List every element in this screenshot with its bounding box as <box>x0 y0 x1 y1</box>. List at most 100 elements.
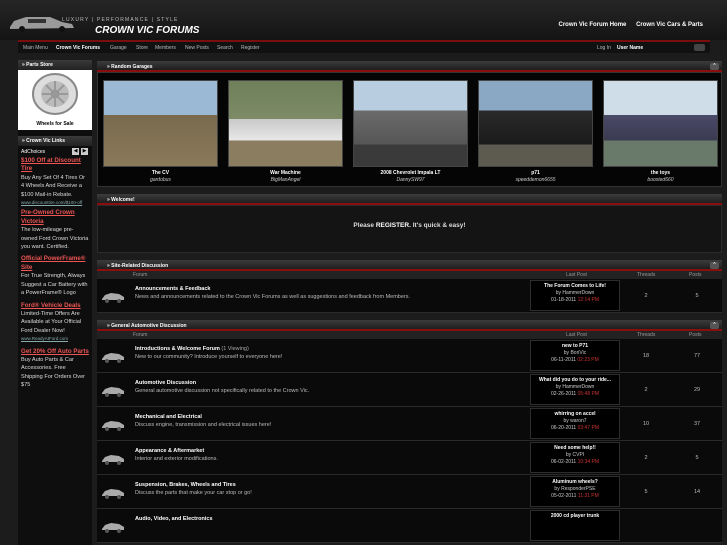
last-post[interactable]: The Forum Comes to Life! by HammerDown 0… <box>530 280 620 311</box>
collapse-icon[interactable]: ⌃ <box>710 63 719 70</box>
last-post[interactable]: whirring on accel by waron7 06-20-2011 03:… <box>530 408 620 439</box>
forum-desc: Interior and exterior modifications. <box>135 456 218 462</box>
tagline: LUXURY | PERFORMANCE | STYLE <box>62 17 179 23</box>
forum-car-icon <box>102 489 124 499</box>
ad-item[interactable]: Pre-Owned Crown Victoria The low-mileage … <box>21 209 89 251</box>
garage-item[interactable]: 2008 Chevrolet Impala LT DannySW97 <box>353 80 468 183</box>
wheel-icon <box>32 73 78 115</box>
ad-item[interactable]: Ford® Vehicle Deals Limited-Time Offers A… <box>21 302 89 344</box>
post-count: 37 <box>693 421 701 427</box>
ad-next-icon[interactable]: ▶ <box>81 148 88 155</box>
forum-title[interactable]: Introductions & Welcome Forum (1 Viewing… <box>135 346 249 352</box>
login-button[interactable] <box>694 44 705 51</box>
header: LUXURY | PERFORMANCE | STYLE CROWN VIC F… <box>0 0 727 40</box>
collapse-icon[interactable]: ⌃ <box>710 322 719 329</box>
links-header: » Crown Vic Links <box>18 136 92 146</box>
garage-photo[interactable] <box>478 80 593 167</box>
login-label: Log In <box>597 45 611 51</box>
username-field[interactable]: User Name <box>617 45 643 51</box>
garage-photo[interactable] <box>103 80 218 167</box>
welcome-header: » Welcome! <box>97 194 722 205</box>
forum-car-icon <box>102 353 124 363</box>
nav-main-menu[interactable]: Main Menu <box>23 45 48 51</box>
forum-car-icon <box>102 421 124 431</box>
forum-title[interactable]: Mechanical and Electrical <box>135 414 202 420</box>
forum-car-icon <box>102 523 124 533</box>
garage-photo[interactable] <box>353 80 468 167</box>
garage-item[interactable]: War Machine BigManAngel <box>228 80 343 183</box>
ad-item[interactable]: Official PowerFrame® Site For True Streng… <box>21 255 89 297</box>
garage-photo[interactable] <box>228 80 343 167</box>
thread-count: 18 <box>642 353 650 359</box>
garages-header: » Random Garages ⌃ <box>97 61 722 72</box>
forum-row[interactable]: Audio, Video, and Electronics 2000 cd pl… <box>97 509 722 543</box>
post-count: 5 <box>695 455 699 461</box>
nav-new-posts[interactable]: New Posts <box>185 45 209 51</box>
nav-members[interactable]: Members <box>155 45 176 51</box>
forum-title[interactable]: Audio, Video, and Electronics <box>135 516 213 522</box>
garage-item[interactable]: p71 speeddemon6655 <box>478 80 593 183</box>
forum-title[interactable]: Appearance & Aftermarket <box>135 448 204 454</box>
forum-desc: General automotive discussion not specif… <box>135 388 310 394</box>
garage-item[interactable]: The CV gardobus <box>103 80 218 183</box>
forum-row[interactable]: Mechanical and Electrical Discuss engine… <box>97 407 722 441</box>
ad-prev-icon[interactable]: ◀ <box>72 148 79 155</box>
forum-car-icon <box>102 455 124 465</box>
site-logo[interactable]: CROWN VIC FORUMS <box>95 25 199 36</box>
garage-photo[interactable] <box>603 80 718 167</box>
top-links: Crown Vic Forum Home Crown Vic Cars & Pa… <box>551 22 704 28</box>
welcome-panel: Please REGISTER. It's quick & easy! <box>97 205 722 253</box>
ad-block: AdChoices ◀ ▶ $100 Off at Discount Tire B… <box>18 146 92 392</box>
forum-car-icon <box>102 293 124 303</box>
nav-register[interactable]: Register <box>241 45 260 51</box>
main-content: » Random Garages ⌃ The CV gardobus War Ma… <box>97 61 722 543</box>
column-headers: Forum Last Post Threads Posts <box>97 331 722 339</box>
sidebar: » Parts Store Wheels for Sale » Crown Vi… <box>18 60 92 545</box>
nav-garage[interactable]: Garage <box>110 45 127 51</box>
forum-title[interactable]: Announcements & Feedback <box>135 286 211 292</box>
forum-title[interactable]: Suspension, Brakes, Wheels and Tires <box>135 482 236 488</box>
nav-forums[interactable]: Crown Vic Forums <box>56 45 100 51</box>
thread-count: 2 <box>644 293 648 299</box>
post-count: 77 <box>693 353 701 359</box>
last-post[interactable]: Aluminum wheels? by ResponderPSE 05-02-201… <box>530 476 620 507</box>
forum-home-link[interactable]: Crown Vic Forum Home <box>559 22 627 28</box>
cars-parts-link[interactable]: Crown Vic Cars & Parts <box>636 22 703 28</box>
nav-search[interactable]: Search <box>217 45 233 51</box>
site-section-header: » Site-Related Discussion ⌃ <box>97 260 722 271</box>
forum-title[interactable]: Automotive Discussion <box>135 380 196 386</box>
nav-store[interactable]: Store <box>136 45 148 51</box>
thread-count: 2 <box>644 387 648 393</box>
parts-store-header: » Parts Store <box>18 60 92 70</box>
forum-row[interactable]: Introductions & Welcome Forum (1 Viewing… <box>97 339 722 373</box>
thread-count: 10 <box>642 421 650 427</box>
forum-row[interactable]: Appearance & Aftermarket Interior and ex… <box>97 441 722 475</box>
car-logo-icon <box>10 17 74 32</box>
nav-bar: Main Menu Crown Vic Forums Garage Store … <box>18 40 710 53</box>
ad-item[interactable]: Get 20% Off Auto Parts Buy Auto Parts & C… <box>21 348 89 390</box>
thread-count: 2 <box>644 455 648 461</box>
ad-item[interactable]: $100 Off at Discount Tire Buy Any Set Of … <box>21 157 89 207</box>
post-count: 14 <box>693 489 701 495</box>
collapse-icon[interactable]: ⌃ <box>710 262 719 269</box>
last-post[interactable]: Need some help!! by CVPI 06-02-2011 10:34 … <box>530 442 620 473</box>
last-post[interactable]: What did you do to your ride... by Hammer… <box>530 374 620 405</box>
forum-row[interactable]: Suspension, Brakes, Wheels and Tires Dis… <box>97 475 722 509</box>
post-count: 5 <box>695 293 699 299</box>
wheels-label[interactable]: Wheels for Sale <box>21 121 89 127</box>
forum-desc: New to our community? Introduce yourself… <box>135 354 283 360</box>
last-post[interactable]: new to P71 by BoriVic 06-11-2011 02:23 PM <box>530 340 620 371</box>
forum-desc: News and announcements related to the Cr… <box>135 294 411 300</box>
adchoices-label[interactable]: AdChoices <box>21 149 45 155</box>
forum-car-icon <box>102 387 124 397</box>
general-section-header: » General Automotive Discussion ⌃ <box>97 320 722 331</box>
wheels-box[interactable]: Wheels for Sale <box>18 70 92 130</box>
last-post[interactable]: 2000 cd player trunk <box>530 510 620 541</box>
forum-desc: Discuss the parts that make your car sto… <box>135 490 252 496</box>
forum-row[interactable]: Announcements & Feedback News and announ… <box>97 279 722 313</box>
post-count: 29 <box>693 387 701 393</box>
column-headers: Forum Last Post Threads Posts <box>97 271 722 279</box>
register-link[interactable]: REGISTER. <box>376 222 411 229</box>
forum-row[interactable]: Automotive Discussion General automotive… <box>97 373 722 407</box>
garage-item[interactable]: the toys boosted660 <box>603 80 718 183</box>
